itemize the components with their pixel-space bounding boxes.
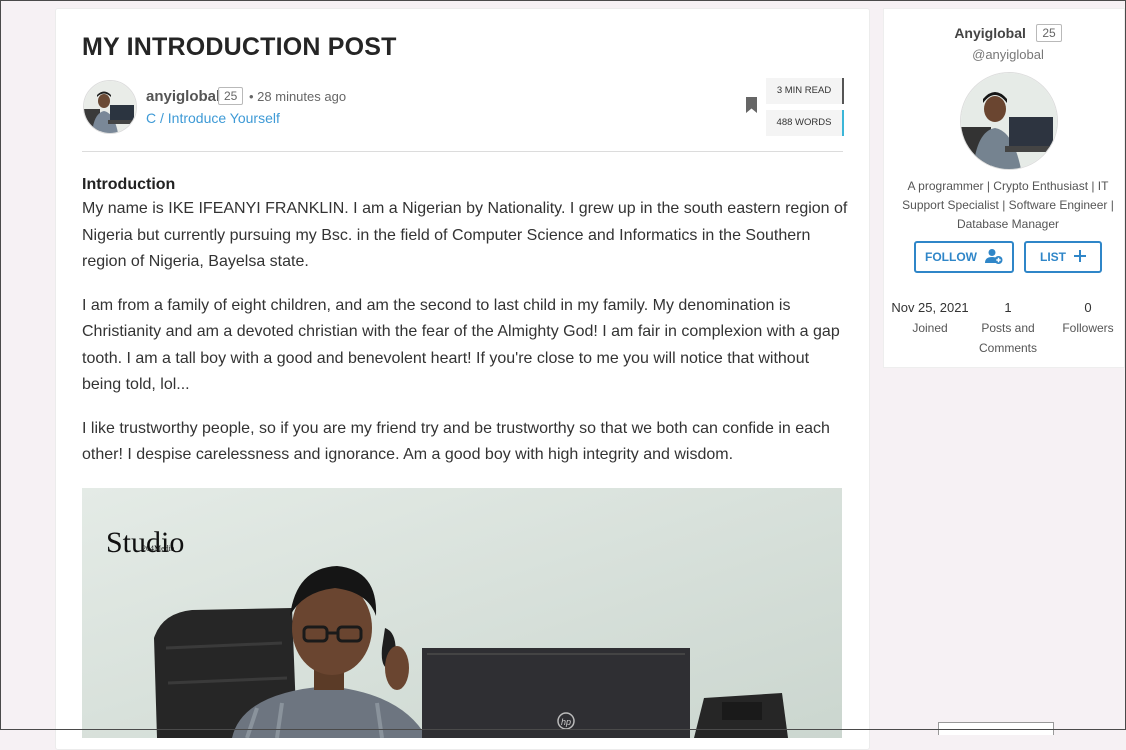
follow-label: FOLLOW	[925, 250, 977, 264]
author-profile-card: Anyiglobal 25 @anyiglobal A programmer |…	[883, 8, 1125, 368]
list-button[interactable]: LIST	[1024, 241, 1102, 273]
bookmark-icon[interactable]	[746, 97, 757, 118]
profile-score-badge: 25	[1036, 24, 1062, 42]
post-body: Introduction My name is IKE IFEANYI FRAN…	[82, 174, 848, 486]
laptop-logo: hp	[561, 717, 571, 727]
divider	[82, 151, 843, 152]
posts-count: 1	[1004, 300, 1012, 315]
community-link[interactable]: C / Introduce Yourself	[146, 110, 280, 126]
profile-bio: A programmer | Crypto Enthusiast | IT Su…	[902, 179, 1114, 231]
read-time-badge: 3 MIN READ	[766, 78, 844, 104]
joined-label: Joined	[912, 321, 948, 335]
word-count-badge: 488 WORDS	[766, 110, 844, 136]
image-watermark-sub: 264Media	[142, 544, 175, 553]
image-watermark: Studio	[106, 526, 184, 559]
joined-date: Nov 25, 2021	[891, 300, 969, 315]
posts-stat: 1 Posts and Comments	[967, 298, 1049, 358]
posts-label: Posts and Comments	[978, 321, 1037, 355]
followers-stat: 0 Followers	[1052, 298, 1124, 338]
author-avatar[interactable]	[83, 80, 137, 134]
profile-name[interactable]: Anyiglobal	[954, 25, 1026, 41]
section-heading: Introduction	[82, 176, 176, 193]
sidebar-widget-edge	[938, 722, 1054, 735]
post-timestamp: • 28 minutes ago	[249, 89, 347, 104]
followers-count: 0	[1084, 300, 1092, 315]
paragraph: My name is IKE IFEANYI FRANKLIN. I am a …	[82, 200, 848, 270]
post-title: MY INTRODUCTION POST	[82, 33, 397, 61]
post-card: MY INTRODUCTION POST anyiglobal 25 • 28 …	[55, 8, 870, 750]
follow-button[interactable]: FOLLOW	[914, 241, 1014, 273]
profile-avatar[interactable]	[960, 72, 1058, 170]
list-label: LIST	[1040, 250, 1066, 264]
followers-label: Followers	[1062, 321, 1114, 335]
joined-stat: Nov 25, 2021 Joined	[886, 298, 974, 338]
add-user-icon	[984, 248, 1003, 267]
profile-name-row: Anyiglobal 25	[884, 24, 1126, 42]
paragraph: I am from a family of eight children, an…	[82, 296, 840, 394]
plus-icon	[1074, 249, 1086, 265]
paragraph: I like trustworthy people, so if you are…	[82, 419, 830, 464]
author-score-badge: 25	[218, 87, 244, 105]
post-image: hp Studio 264Media	[82, 488, 842, 738]
author-name-link[interactable]: anyiglobal	[146, 88, 220, 105]
profile-handle: @anyiglobal	[972, 47, 1044, 62]
